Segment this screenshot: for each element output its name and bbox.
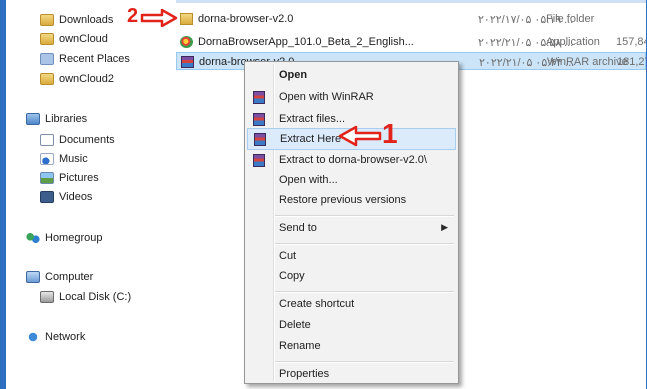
menu-item-open[interactable]: Open (247, 65, 456, 87)
network-icon (26, 331, 40, 343)
nav-item-label: Videos (59, 191, 93, 203)
nav-item-label: Documents (59, 134, 115, 146)
menu-item-label: Rename (279, 340, 321, 352)
menu-item-delete[interactable]: Delete (247, 315, 456, 337)
menu-item-properties[interactable]: Properties (247, 364, 456, 386)
menu-item-label: Create shortcut (279, 298, 355, 310)
annotation-step-1: 1 (382, 118, 398, 149)
menu-item-copy[interactable]: Copy (247, 266, 456, 288)
submenu-arrow-icon: ▶ (441, 222, 448, 232)
file-type: WinRAR archive (547, 56, 628, 68)
winrar-icon (254, 133, 266, 146)
folder-icon (40, 73, 54, 85)
music-icon (40, 153, 54, 165)
nav-item-computer[interactable]: Computer (26, 268, 93, 286)
documents-icon (40, 134, 54, 146)
nav-item-label: Homegroup (45, 232, 103, 244)
file-row-application[interactable]: DornaBrowserApp_101.0_Beta_2_English... … (176, 33, 646, 51)
nav-item-label: Music (59, 153, 88, 165)
nav-item-network[interactable]: Network (26, 328, 85, 346)
menu-item-label: Cut (279, 250, 297, 262)
downloads-folder-icon (40, 14, 54, 26)
videos-icon (40, 191, 54, 203)
nav-item-owncloud2[interactable]: ownCloud2 (40, 70, 114, 88)
winrar-icon (253, 154, 265, 167)
nav-item-label: ownCloud2 (59, 73, 115, 85)
computer-icon (26, 271, 40, 283)
folder-icon (180, 13, 193, 25)
pictures-icon (40, 172, 54, 184)
nav-item-label: Pictures (59, 172, 99, 184)
annotation-arrow-left-icon (338, 125, 382, 147)
menu-item-label: Open with... (279, 174, 338, 186)
menu-item-extract-to-folder[interactable]: Extract to dorna-browser-v2.0\ (247, 150, 456, 172)
folder-icon (40, 33, 54, 45)
menu-item-label: Properties (279, 368, 330, 380)
menu-item-label: Extract Here (280, 133, 342, 145)
nav-item-owncloud[interactable]: ownCloud (40, 30, 108, 48)
annotation-arrow-right-icon (140, 9, 178, 27)
menu-item-open-with[interactable]: Open with... (247, 170, 456, 192)
menu-item-restore-previous-versions[interactable]: Restore previous versions (247, 190, 456, 212)
recent-places-icon (40, 53, 54, 65)
menu-item-label: Restore previous versions (279, 194, 407, 206)
menu-item-label: Open with WinRAR (279, 91, 374, 103)
nav-item-libraries[interactable]: Libraries (26, 110, 87, 128)
file-row-folder[interactable]: dorna-browser-v2.0 ۲۰۲۲/۱۷/۰۵ ۰۵:۱۹ ... … (176, 10, 646, 28)
file-name: dorna-browser-v2.0 (198, 13, 294, 25)
menu-item-send-to[interactable]: Send to ▶ (247, 218, 456, 240)
winrar-icon (253, 113, 265, 126)
file-size: 157,840 KB (616, 36, 646, 48)
context-menu: Open Open with WinRAR Extract files... E… (244, 61, 459, 384)
nav-item-pictures[interactable]: Pictures (40, 169, 99, 187)
winrar-archive-icon (181, 56, 194, 68)
local-disk-icon (40, 291, 54, 303)
menu-separator (275, 291, 454, 293)
nav-item-label: Downloads (59, 14, 114, 26)
file-type: File folder (546, 13, 595, 25)
nav-item-recent-places[interactable]: Recent Places (40, 50, 130, 68)
nav-item-homegroup[interactable]: Homegroup (26, 229, 102, 247)
menu-separator (275, 243, 454, 245)
nav-item-label: ownCloud (59, 33, 108, 45)
menu-item-rename[interactable]: Rename (247, 336, 456, 358)
navigation-pane: Downloads ownCloud Recent Places ownClou… (6, 0, 176, 389)
file-name: DornaBrowserApp_101.0_Beta_2_English... (198, 36, 414, 48)
nav-item-videos[interactable]: Videos (40, 188, 92, 206)
winrar-icon (253, 91, 265, 104)
menu-item-label: Send to (279, 222, 317, 234)
libraries-icon (26, 113, 40, 125)
nav-item-label: Network (45, 331, 86, 343)
menu-item-label: Copy (279, 270, 305, 282)
nav-item-local-disk[interactable]: Local Disk (C:) (40, 288, 131, 306)
nav-item-label: Local Disk (C:) (59, 291, 132, 303)
menu-item-label: Extract files... (279, 113, 346, 125)
nav-item-documents[interactable]: Documents (40, 131, 115, 149)
menu-item-label: Open (279, 69, 308, 81)
file-size: 181,274 KB (617, 56, 646, 68)
nav-item-downloads[interactable]: Downloads (40, 11, 113, 29)
menu-item-create-shortcut[interactable]: Create shortcut (247, 294, 456, 316)
file-type: Application (546, 36, 600, 48)
application-icon (180, 36, 193, 48)
annotation-step-2: 2 (127, 5, 139, 27)
explorer-window: Downloads ownCloud Recent Places ownClou… (6, 0, 646, 389)
menu-separator (275, 215, 454, 217)
nav-item-label: Computer (45, 271, 94, 283)
nav-item-label: Recent Places (59, 53, 130, 65)
menu-separator (275, 361, 454, 363)
menu-item-open-with-winrar[interactable]: Open with WinRAR (247, 87, 456, 109)
menu-item-label: Extract to dorna-browser-v2.0\ (279, 154, 427, 166)
nav-item-label: Libraries (45, 113, 88, 125)
homegroup-icon (26, 232, 40, 244)
menu-item-cut[interactable]: Cut (247, 246, 456, 268)
nav-item-music[interactable]: Music (40, 150, 88, 168)
menu-item-label: Delete (279, 319, 311, 331)
